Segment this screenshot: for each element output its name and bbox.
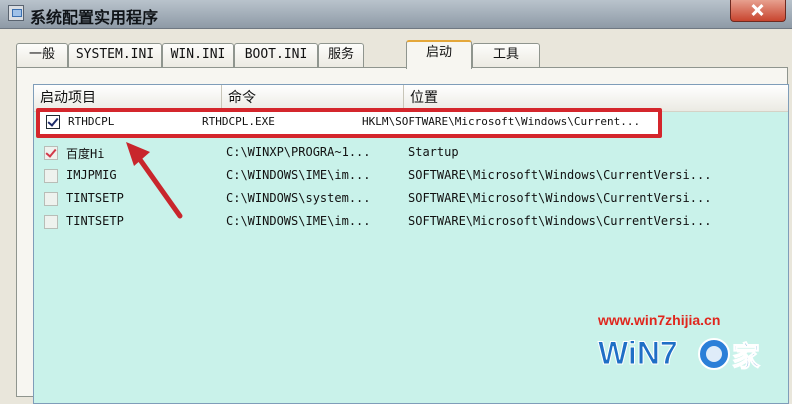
svg-text:WiN7: WiN7: [598, 335, 678, 371]
window-title: 系统配置实用程序: [30, 8, 159, 27]
watermark-url: www.win7zhijia.cn: [598, 312, 721, 328]
checkbox[interactable]: [46, 115, 60, 129]
checkbox[interactable]: [44, 215, 58, 229]
item-command: C:\WINDOWS\IME\im...: [226, 214, 371, 228]
item-name: TINTSETP: [66, 191, 124, 205]
item-location: SOFTWARE\Microsoft\Windows\CurrentVersi.…: [408, 191, 712, 205]
item-name: RTHDCPL: [68, 115, 115, 128]
list-item-highlighted[interactable]: RTHDCPL RTHDCPL.EXE HKLM\SOFTWARE\Micros…: [40, 112, 658, 135]
app-icon: [8, 5, 24, 21]
tab-system-ini[interactable]: SYSTEM.INI: [68, 43, 162, 67]
item-command: C:\WINDOWS\system...: [226, 191, 371, 205]
item-location: Startup: [408, 145, 459, 159]
item-command: C:\WINDOWS\IME\im...: [226, 168, 371, 182]
item-name: IMJPMIG: [66, 168, 117, 182]
title-bar: 系统配置实用程序: [0, 0, 792, 29]
tab-win-ini[interactable]: WIN.INI: [162, 43, 234, 67]
tab-general[interactable]: 一般: [16, 43, 68, 67]
close-button[interactable]: [730, 0, 786, 22]
tab-startup[interactable]: 启动: [406, 40, 472, 69]
checkbox[interactable]: [44, 192, 58, 206]
item-location: HKLM\SOFTWARE\Microsoft\Windows\Current.…: [362, 115, 641, 128]
annotation-arrow-icon: [126, 142, 183, 219]
item-name: 百度Hi: [66, 147, 105, 161]
tab-boot-ini[interactable]: BOOT.INI: [234, 43, 318, 67]
item-name: TINTSETP: [66, 214, 124, 228]
svg-text:家: 家: [732, 340, 760, 373]
item-location: SOFTWARE\Microsoft\Windows\CurrentVersi.…: [408, 214, 712, 228]
checkbox[interactable]: [44, 146, 58, 160]
tab-tools[interactable]: 工具: [472, 43, 540, 67]
win7-logo-icon: WiN7 家: [598, 335, 761, 374]
item-command: RTHDCPL.EXE: [202, 115, 275, 128]
checkbox[interactable]: [44, 169, 58, 183]
tab-services[interactable]: 服务: [318, 43, 364, 67]
item-command: C:\WINXP\PROGRA~1...: [226, 145, 371, 159]
item-location: SOFTWARE\Microsoft\Windows\CurrentVersi.…: [408, 168, 712, 182]
highlight-box: RTHDCPL RTHDCPL.EXE HKLM\SOFTWARE\Micros…: [36, 108, 662, 138]
